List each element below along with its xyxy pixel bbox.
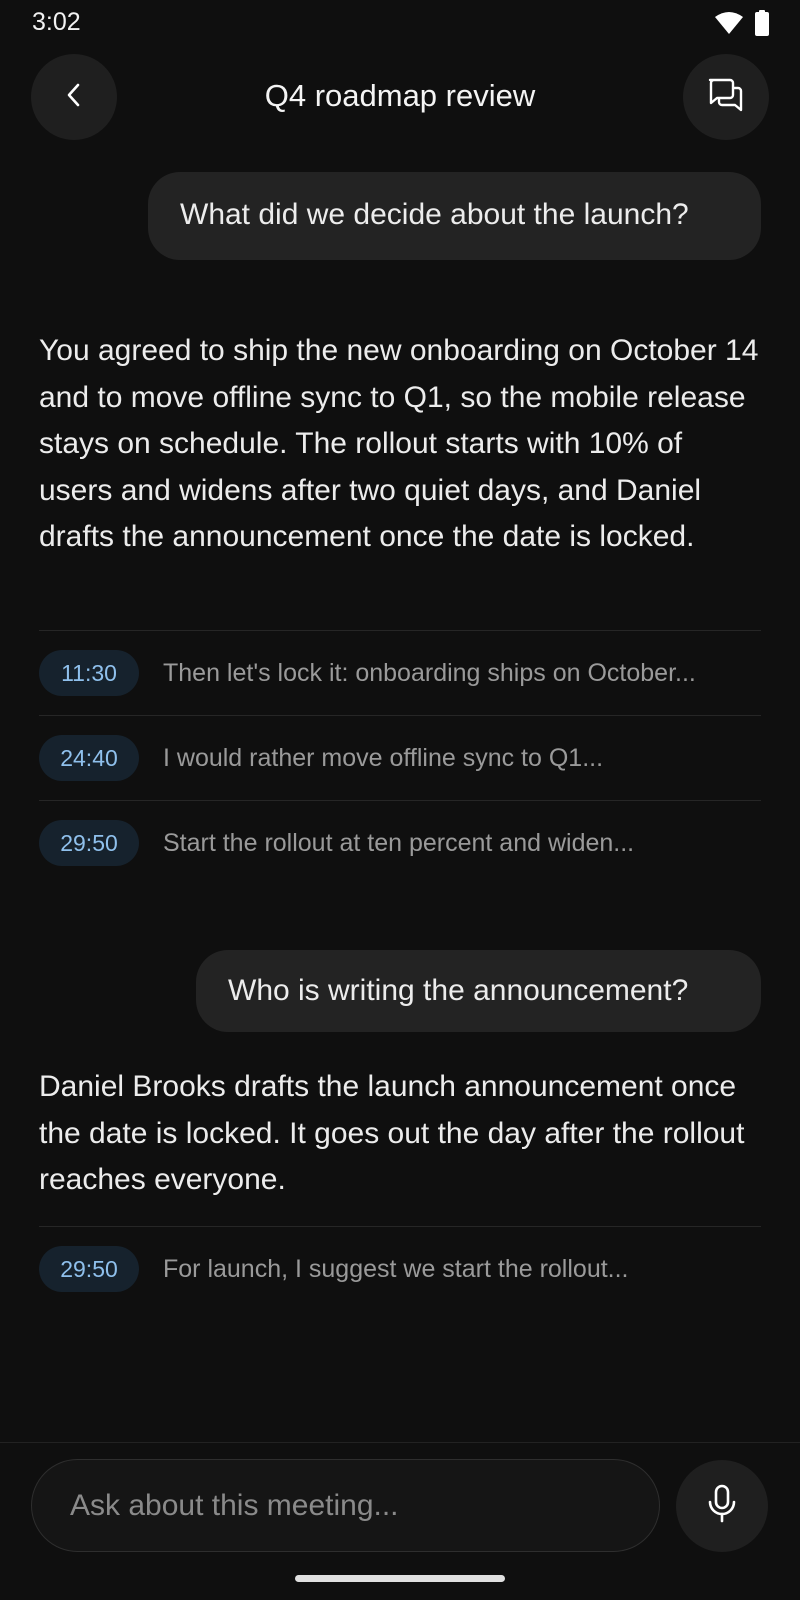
citation-list: 11:30 Then let's lock it: onboarding shi… [39,630,761,885]
page-title: Q4 roadmap review [264,78,536,113]
microphone-icon [705,1484,739,1529]
timestamp-chip[interactable]: 24:40 [39,735,139,781]
mic-button[interactable] [676,1460,768,1552]
citation-text: I would rather move offline sync to Q1..… [163,743,604,772]
wifi-icon [714,11,744,40]
timestamp-chip[interactable]: 29:50 [39,820,139,866]
header: Q4 roadmap review [0,54,800,140]
user-message-bubble: Who is writing the announcement? [196,950,761,1032]
timestamp-chip[interactable]: 29:50 [39,1246,139,1292]
citation-row[interactable]: 24:40 I would rather move offline sync t… [39,715,761,800]
home-indicator[interactable] [295,1575,505,1582]
citation-text: For launch, I suggest we start the rollo… [163,1254,629,1283]
composer-divider [0,1442,800,1443]
assistant-answer: You agreed to ship the new onboarding on… [39,334,759,553]
chat-bubbles-icon [706,75,746,120]
citation-row[interactable]: 29:50 For launch, I suggest we start the… [39,1226,761,1311]
ask-input[interactable]: Ask about this meeting... [31,1459,660,1552]
assistant-answer: Daniel Brooks drafts the launch announce… [39,1070,745,1196]
threads-button[interactable] [683,54,769,140]
citation-text: Then let's lock it: onboarding ships on … [163,658,696,687]
status-icons [714,10,770,41]
user-message-bubble: What did we decide about the launch? [148,172,761,260]
citation-list: 29:50 For launch, I suggest we start the… [39,1226,761,1311]
battery-icon [754,10,770,41]
citation-row[interactable]: 29:50 Start the rollout at ten percent a… [39,800,761,885]
citation-row[interactable]: 11:30 Then let's lock it: onboarding shi… [39,630,761,715]
status-bar: 3:02 [0,0,800,44]
status-time: 3:02 [32,8,81,36]
citation-text: Start the rollout at ten percent and wid… [163,828,635,857]
timestamp-chip[interactable]: 11:30 [39,650,139,696]
